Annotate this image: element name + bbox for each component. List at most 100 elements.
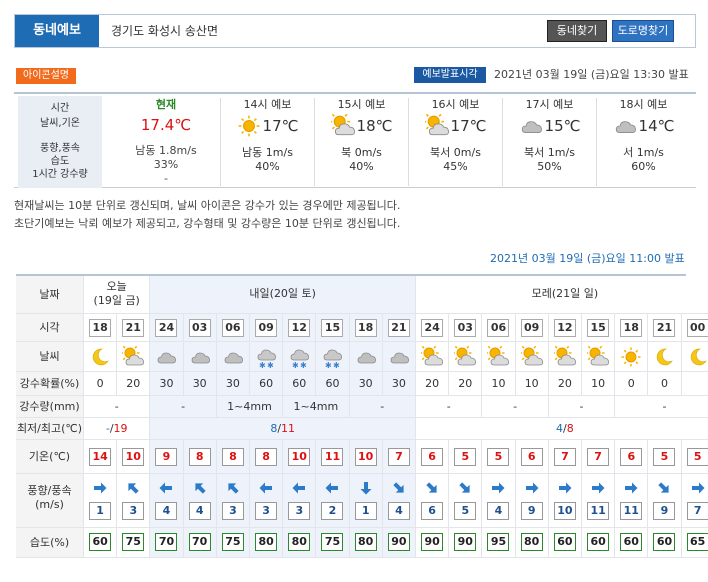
- time-value: 21: [387, 319, 410, 337]
- forecast-wind: 북서 0m/s: [430, 146, 481, 159]
- temp-value: 7: [387, 448, 410, 466]
- time-cell: 03: [449, 314, 483, 342]
- humidity-cell: 60: [84, 528, 118, 558]
- pop-cell: 30: [150, 372, 184, 396]
- label-time: 시간: [50, 103, 70, 114]
- cloudy-icon: [388, 346, 410, 368]
- humidity-value: 70: [188, 533, 211, 551]
- right-arrow-icon: [682, 480, 708, 498]
- rain-cell: -: [615, 396, 708, 418]
- right-arrow-icon: [84, 480, 116, 498]
- forecast-temp: 17℃: [450, 117, 487, 135]
- wind-speed: 9: [653, 502, 676, 520]
- weather-cell: [416, 342, 450, 372]
- weather-cell: ✱ ✱: [250, 342, 284, 372]
- wind-speed: 3: [255, 502, 278, 520]
- right-arrow-icon: [482, 480, 514, 498]
- pop-cell: 30: [382, 372, 416, 396]
- rain-cell: -: [482, 396, 549, 418]
- find-area-button[interactable]: 동네찾기: [547, 20, 607, 42]
- humidity-cell: 60: [648, 528, 682, 558]
- forecast-title: 16시 예보: [431, 98, 480, 111]
- time-value: 21: [653, 319, 676, 337]
- temp-value: 5: [686, 448, 708, 466]
- now-wind: 남동 1.8m/s: [135, 144, 197, 157]
- left-arrow-icon: [250, 480, 282, 498]
- time-cell: 00: [681, 314, 708, 342]
- now-rain: -: [164, 172, 168, 185]
- wind-speed: 3: [122, 502, 145, 520]
- left-arrow-icon: [150, 480, 182, 498]
- max-temp: 8: [566, 422, 574, 435]
- pop-cell: 30: [183, 372, 217, 396]
- minmax-cell: 8/11: [150, 418, 416, 440]
- time-cell: 21: [648, 314, 682, 342]
- forecast-table: 날짜 시각 날씨 강수확률(%) 강수량(mm) 최저/최고(℃) 기온(℃) 풍향/풍속(m…: [16, 274, 708, 582]
- time-value: 15: [321, 319, 344, 337]
- humidity-cell: 80: [349, 528, 383, 558]
- humidity-value: 80: [354, 533, 377, 551]
- time-cell: 24: [416, 314, 450, 342]
- up-left-arrow-icon: [184, 480, 216, 498]
- time-cell: 15: [316, 314, 350, 342]
- wind-speed: 4: [188, 502, 211, 520]
- rain-cell: 1~4mm: [216, 396, 284, 418]
- time-value: 15: [587, 319, 610, 337]
- wind-cell: 4: [183, 474, 217, 528]
- forecast-humidity: 50%: [537, 160, 562, 173]
- humidity-value: 90: [421, 533, 444, 551]
- sun-icon: [237, 114, 261, 138]
- humidity-value: 60: [553, 533, 576, 551]
- cloudy-icon: [222, 346, 244, 368]
- humidity-value: 80: [288, 533, 311, 551]
- temp-cell: 14: [84, 440, 118, 474]
- humidity-cell: 75: [316, 528, 350, 558]
- temp-value: 11: [321, 448, 344, 466]
- weather-cell: [349, 342, 383, 372]
- cloudy-icon: [355, 346, 377, 368]
- wind-speed: 1: [354, 502, 377, 520]
- wind-cell: 3: [216, 474, 250, 528]
- right-arrow-icon: [582, 480, 614, 498]
- weather-cell: ✱ ✱: [283, 342, 317, 372]
- down-right-arrow-icon: [383, 480, 415, 498]
- forecast-wind: 남동 1m/s: [242, 146, 293, 159]
- humidity-value: 80: [255, 533, 278, 551]
- wind-cell: 2: [316, 474, 350, 528]
- forecast-col: 18시 예보 14℃ 서 1m/s 60%: [596, 98, 690, 186]
- date-cell: 내일(20일 토): [150, 276, 416, 314]
- icon-help-button[interactable]: 아이콘설명: [16, 68, 76, 84]
- wind-cell: 6: [416, 474, 450, 528]
- row-label-minmax: 최저/최고(℃): [16, 418, 84, 440]
- temp-value: 9: [155, 448, 178, 466]
- wind-cell: 4: [382, 474, 416, 528]
- pop-cell: 20: [416, 372, 450, 396]
- humidity-cell: 80: [515, 528, 549, 558]
- label-rain: 1시간 강수량: [32, 169, 88, 180]
- time-value: 21: [122, 319, 145, 337]
- left-arrow-icon: [283, 480, 315, 498]
- location-text: 경기도 화성시 송산면: [111, 24, 218, 38]
- temp-cell: 9: [150, 440, 184, 474]
- time-value: 03: [188, 319, 211, 337]
- rain-cell: -: [84, 396, 151, 418]
- humidity-value: 75: [221, 533, 244, 551]
- time-value: 06: [487, 319, 510, 337]
- date-sub: (19일 금): [93, 294, 140, 307]
- location-header: 동네예보 경기도 화성시 송산면 동네찾기 도로명찾기: [14, 14, 696, 48]
- max-temp: 11: [281, 422, 296, 435]
- wind-cell: 9: [648, 474, 682, 528]
- snow-rain-icon: ✱ ✱: [321, 346, 343, 368]
- forecast-temp: 17℃: [262, 117, 299, 135]
- down-right-arrow-icon: [416, 480, 448, 498]
- forecast-weather: 18℃: [315, 112, 408, 140]
- forecast-temp: 18℃: [356, 117, 393, 135]
- temp-cell: 8: [250, 440, 284, 474]
- temp-value: 8: [188, 448, 211, 466]
- weather-cell: [183, 342, 217, 372]
- cloudy-icon: [189, 346, 211, 368]
- pop-cell: 20: [117, 372, 151, 396]
- road-name-search-button[interactable]: 도로명찾기: [612, 20, 674, 42]
- temp-cell: 6: [515, 440, 549, 474]
- forecast-col: 15시 예보 18℃ 북 0m/s 40%: [314, 98, 408, 186]
